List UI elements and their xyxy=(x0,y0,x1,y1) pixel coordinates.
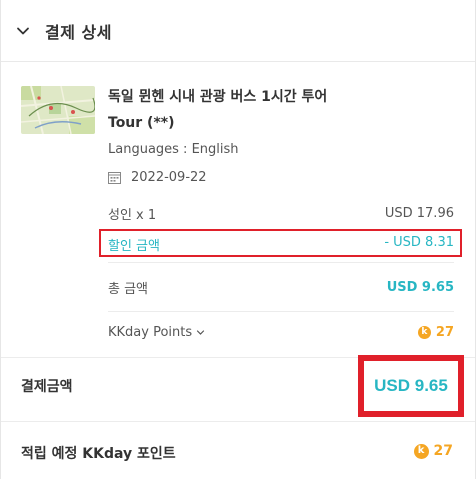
adult-label: 성인 x 1 xyxy=(108,208,157,223)
date-value: 2022-09-22 xyxy=(131,170,207,185)
kkday-points-toggle[interactable]: KKday Points xyxy=(108,325,205,340)
total-value: USD 9.65 xyxy=(386,280,454,295)
chevron-down-icon xyxy=(17,27,29,34)
kkday-points-row: KKday Points k 27 xyxy=(108,325,454,340)
earn-points-value: k 27 xyxy=(413,443,453,459)
adult-price-row: 성인 x 1 USD 17.96 xyxy=(108,204,454,223)
adult-price: USD 17.96 xyxy=(384,206,454,221)
kkday-points-value: k 27 xyxy=(417,325,454,340)
calendar-icon xyxy=(108,172,121,184)
kkday-coin-icon: k xyxy=(413,443,429,459)
discount-label: 할인 금액 xyxy=(108,239,160,254)
chevron-down-icon xyxy=(197,330,205,335)
earn-points-count: 27 xyxy=(433,443,453,459)
earn-points-label: 적립 예정 KKday 포인트 xyxy=(21,446,176,462)
product-package: Tour (**) xyxy=(108,115,175,131)
payment-amount-value: USD 9.65 xyxy=(374,376,448,395)
product-map-thumbnail xyxy=(21,86,95,134)
payment-amount-highlight-box: USD 9.65 xyxy=(358,355,464,417)
divider xyxy=(108,262,454,263)
section-title: 결제 상세 xyxy=(45,22,112,42)
total-row: 총 금액 USD 9.65 xyxy=(108,278,454,297)
product-languages: Languages : English xyxy=(108,142,239,157)
divider xyxy=(108,311,454,312)
kkday-points-label: KKday Points xyxy=(108,325,193,340)
product-date: 2022-09-22 xyxy=(108,170,207,185)
payment-amount-label: 결제금액 xyxy=(21,379,73,395)
kkday-coin-icon: k xyxy=(417,326,431,339)
discount-row: 할인 금액 - USD 8.31 xyxy=(108,235,454,254)
discount-value: - USD 8.31 xyxy=(384,235,454,250)
divider xyxy=(1,421,475,422)
payment-details-panel: 결제 상세 독일 뮌헨 시내 관광 버스 1시간 투어 Tour (**) La… xyxy=(0,0,476,479)
points-count: 27 xyxy=(435,325,454,340)
product-title: 독일 뮌헨 시내 관광 버스 1시간 투어 xyxy=(108,89,328,105)
payment-details-header[interactable]: 결제 상세 xyxy=(1,0,475,62)
total-label: 총 금액 xyxy=(108,282,149,297)
